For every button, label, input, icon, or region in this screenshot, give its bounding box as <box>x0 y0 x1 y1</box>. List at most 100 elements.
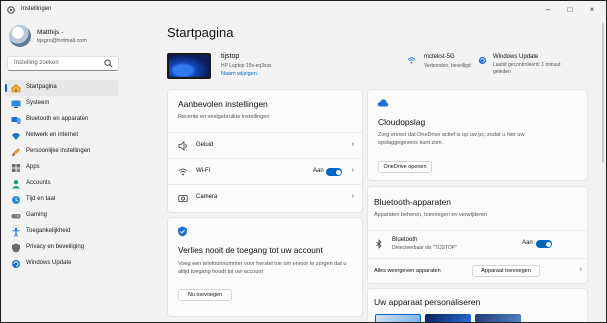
windows-update-icon <box>12 260 20 268</box>
open-onedrive-button[interactable]: OneDrive openen <box>378 161 432 173</box>
add-now-button[interactable]: Nu toevoegen <box>178 289 232 301</box>
sidebar-item-persoonlijk[interactable]: Persoonlijke instellingen <box>5 144 119 160</box>
wifi-network-name[interactable]: mctekst-5G <box>424 54 455 60</box>
sidebar-item-label: Systeem <box>26 100 50 106</box>
setting-row-geluid[interactable]: Geluid › <box>168 132 362 158</box>
setting-row-label: Camera <box>196 194 218 200</box>
monitor-icon <box>11 100 21 108</box>
search-input[interactable]: Instelling zoeken <box>7 56 119 71</box>
bluetooth-row-title: Bluetooth <box>392 237 418 243</box>
bluetooth-row: Bluetooth Detecteerbaar als "TIJSTOP" Aa… <box>368 230 587 257</box>
bluetooth-card-title: Bluetooth-apparaten <box>374 197 452 207</box>
search-placeholder: Instelling zoeken <box>14 60 59 66</box>
minimize-button[interactable]: – <box>538 3 558 17</box>
wifi-toggle-label: Aan <box>313 168 324 174</box>
sidebar-item-label: Apps <box>26 164 40 170</box>
all-devices-label: Alles weergeven apparaten <box>374 268 441 274</box>
search-icon <box>104 59 113 68</box>
bluetooth-row-subtitle: Detecteerbaar als "TIJSTOP" <box>392 245 457 251</box>
page-title: Startpagina <box>167 25 234 40</box>
shield-icon <box>12 243 20 253</box>
cloud-icon <box>377 99 389 107</box>
chevron-right-icon: › <box>579 266 582 273</box>
windows-update-status-2: geleden <box>493 69 511 75</box>
device-wallpaper <box>169 55 209 77</box>
recommended-title: Aanbevolen instellingen <box>178 99 268 109</box>
cloud-card-title: Cloudopslag <box>378 117 426 127</box>
sidebar-item-label: Persoonlijke instellingen <box>26 148 91 154</box>
windows-update-status-icon <box>478 56 487 65</box>
wifi-toggle[interactable] <box>326 168 342 176</box>
bluetooth-icon <box>376 239 382 249</box>
wifi-icon <box>178 168 188 176</box>
speaker-icon <box>178 141 187 151</box>
gamepad-icon <box>11 214 21 219</box>
setting-row-wifi[interactable]: Wi-Fi Aan › <box>168 158 362 184</box>
globe-clock-icon <box>12 196 20 204</box>
device-image <box>167 53 211 79</box>
maximize-button[interactable]: □ <box>560 3 580 17</box>
title-bar: Instellingen – □ × <box>1 1 606 19</box>
account-card-title: Verlies nooit de toegang tot uw account <box>178 245 323 255</box>
theme-thumbnail[interactable] <box>375 314 421 322</box>
sidebar-item-label: Gaming <box>26 212 48 218</box>
setting-row-camera[interactable]: Camera › <box>168 184 362 210</box>
sidebar-item-bluetooth[interactable]: Bluetooth en apparaten <box>5 112 119 128</box>
sidebar-item-apps[interactable]: Apps <box>5 160 119 176</box>
theme-thumbnail[interactable] <box>475 314 521 322</box>
cloud-card-text: Zorg ervoor dat OneDrive actief is op uw… <box>378 132 525 138</box>
camera-icon <box>178 195 188 202</box>
sidebar-item-label: Toegankelijkheid <box>26 228 71 234</box>
chevron-right-icon: › <box>351 167 354 174</box>
sidebar-item-tijd[interactable]: Tijd en taal <box>5 192 119 208</box>
settings-window: Instellingen – □ × Matthijs - tijsgro@ho… <box>1 1 606 322</box>
add-device-button[interactable]: Apparaat toevoegen <box>472 265 540 277</box>
sidebar-item-systeem[interactable]: Systeem <box>5 96 119 112</box>
bluetooth-card-subtitle: Apparaten beheren, toevoegen en verwijde… <box>374 212 488 218</box>
sidebar-item-gaming[interactable]: Gaming <box>5 208 119 224</box>
all-devices-row[interactable]: Alles weergeven apparaten Apparaat toevo… <box>368 258 587 284</box>
sidebar-item-accounts[interactable]: Accounts <box>5 176 119 192</box>
account-card-text-2: altijd toegang houdt tot uw account <box>178 269 264 275</box>
personalize-card-title: Uw apparaat personaliseren <box>374 297 481 307</box>
bluetooth-card: Bluetooth-apparaten Apparaten beheren, t… <box>367 186 588 284</box>
sidebar-item-label: Accounts <box>26 180 51 186</box>
wifi-status: Verbonden, beveiligd <box>424 63 471 69</box>
bluetooth-toggle[interactable] <box>536 240 552 248</box>
sidebar-item-toegankelijkheid[interactable]: Toegankelijkheid <box>5 224 119 240</box>
sidebar-item-windows-update[interactable]: Windows Update <box>5 256 119 272</box>
wifi-icon <box>407 57 416 64</box>
sidebar-item-label: Privacy en beveiliging <box>26 244 85 250</box>
sidebar-item-label: Windows Update <box>26 260 72 266</box>
cloud-card-text-2: opslaggegevens kunt zien. <box>378 140 444 146</box>
apps-icon <box>12 164 20 172</box>
windows-update-title[interactable]: Windows Update <box>493 54 538 60</box>
account-recovery-card: Verlies nooit de toegang tot uw account … <box>167 217 363 317</box>
user-name: Matthijs - <box>37 29 64 36</box>
recommended-card: Aanbevolen instellingen Recente en veelg… <box>167 89 363 213</box>
theme-thumbnail[interactable] <box>425 314 471 322</box>
close-button[interactable]: × <box>582 3 602 17</box>
avatar[interactable] <box>9 25 31 47</box>
scrollbar[interactable] <box>602 23 604 163</box>
windows-update-status: Laatst gecontroleerd: 1 minuut <box>493 62 561 68</box>
setting-row-label: Geluid <box>196 142 214 148</box>
account-card-text: Voeg een telefoonnummer voor herstel toe… <box>178 261 347 267</box>
bluetooth-devices-icon <box>11 117 21 124</box>
accessibility-icon <box>12 227 20 237</box>
device-name: tijstop <box>221 53 240 60</box>
sidebar-item-netwerk[interactable]: Netwerk en internet <box>5 128 119 144</box>
window-title: Instellingen <box>21 6 52 12</box>
chevron-right-icon: › <box>351 193 354 200</box>
cloud-storage-card: Cloudopslag Zorg ervoor dat OneDrive act… <box>367 89 588 181</box>
sidebar-item-privacy[interactable]: Privacy en beveiliging <box>5 240 119 256</box>
device-model: HP Laptop 15s-eq3xxx <box>221 63 272 69</box>
rename-link[interactable]: Naam wijzigen <box>221 71 257 77</box>
shield-check-icon <box>178 226 187 237</box>
brush-icon <box>12 148 20 157</box>
setting-row-label: Wi-Fi <box>196 168 210 174</box>
sidebar-item-startpagina[interactable]: Startpagina <box>5 80 119 96</box>
account-icon <box>12 180 20 189</box>
sidebar-item-label: Netwerk en internet <box>26 132 79 138</box>
user-email: tijsgro@hotmail.com <box>37 38 87 44</box>
